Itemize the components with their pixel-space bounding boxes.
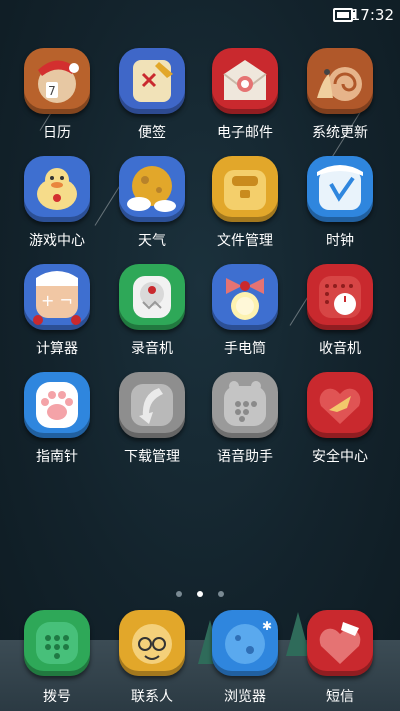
calendar-icon: 7: [24, 48, 90, 114]
app-security-center[interactable]: 安全中心: [295, 372, 385, 466]
dock-app-browser[interactable]: ✱ 浏览器: [200, 610, 290, 706]
shield-icon: [307, 372, 373, 438]
download-icon: [119, 372, 185, 438]
page-dot[interactable]: [175, 591, 182, 597]
app-weather[interactable]: 天气: [107, 156, 197, 250]
app-label: 电子邮件: [217, 125, 273, 141]
app-notes[interactable]: 便签: [107, 48, 197, 142]
paw-icon: [24, 372, 90, 438]
app-radio[interactable]: 收音机: [295, 264, 385, 358]
message-icon: [307, 610, 373, 676]
status-bar: 17:32: [0, 0, 400, 30]
dock-label: 浏览器: [224, 689, 266, 705]
app-clock[interactable]: 时钟: [295, 156, 385, 250]
svg-text:+ ¬: + ¬: [41, 291, 73, 310]
clock-icon: [307, 156, 373, 222]
app-label: 游戏中心: [29, 233, 85, 249]
moon-icon: [119, 156, 185, 222]
app-label: 系统更新: [312, 125, 368, 141]
page-dot-active[interactable]: [197, 591, 203, 597]
app-voice-assistant[interactable]: 语音助手: [200, 372, 290, 466]
app-label: 收音机: [319, 341, 361, 357]
app-label: 手电筒: [224, 341, 266, 357]
folder-icon: [212, 156, 278, 222]
app-label: 时钟: [326, 233, 354, 249]
app-download-manager[interactable]: 下载管理: [107, 372, 197, 466]
status-time: 17:32: [350, 6, 394, 24]
app-label: 天气: [138, 233, 166, 249]
page-indicator[interactable]: [0, 582, 400, 601]
dock-app-phone[interactable]: 拨号: [12, 610, 102, 706]
app-email[interactable]: 电子邮件: [200, 48, 290, 142]
app-compass[interactable]: 指南针: [12, 372, 102, 466]
app-label: 录音机: [131, 341, 173, 357]
dock-app-messages[interactable]: 短信: [295, 610, 385, 706]
dock-label: 拨号: [43, 689, 71, 705]
app-game-center[interactable]: 游戏中心: [12, 156, 102, 250]
duck-icon: [24, 156, 90, 222]
browser-icon: ✱: [212, 610, 278, 676]
app-recorder[interactable]: 录音机: [107, 264, 197, 358]
app-label: 日历: [43, 125, 71, 141]
app-calendar[interactable]: 7 日历: [12, 48, 102, 142]
app-flashlight[interactable]: 手电筒: [200, 264, 290, 358]
app-label: 计算器: [36, 341, 78, 357]
app-system-update[interactable]: 系统更新: [295, 48, 385, 142]
svg-text:7: 7: [48, 84, 56, 98]
mail-icon: [212, 48, 278, 114]
page-dot[interactable]: [218, 591, 225, 597]
calculator-icon: + ¬: [24, 264, 90, 330]
app-label: 文件管理: [217, 233, 273, 249]
dock-label: 短信: [326, 689, 354, 705]
svg-text:✱: ✱: [262, 619, 272, 633]
app-file-manager[interactable]: 文件管理: [200, 156, 290, 250]
flashlight-icon: [212, 264, 278, 330]
voice-assistant-icon: [212, 372, 278, 438]
recorder-icon: [119, 264, 185, 330]
contacts-icon: [119, 610, 185, 676]
app-label: 指南针: [36, 449, 78, 465]
app-label: 下载管理: [124, 449, 180, 465]
app-label: 安全中心: [312, 449, 368, 465]
radio-icon: [307, 264, 373, 330]
snail-icon: [307, 48, 373, 114]
app-label: 语音助手: [217, 449, 273, 465]
dock-app-contacts[interactable]: 联系人: [107, 610, 197, 706]
app-label: 便签: [138, 125, 166, 141]
app-calculator[interactable]: + ¬ 计算器: [12, 264, 102, 358]
phone-icon: [24, 610, 90, 676]
dock-label: 联系人: [131, 689, 173, 705]
note-icon: [119, 48, 185, 114]
